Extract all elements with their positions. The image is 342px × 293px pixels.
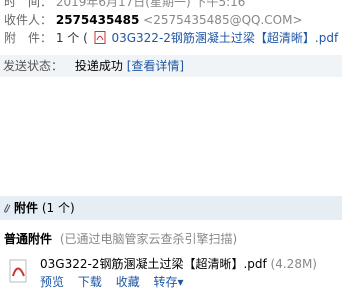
- pdf-file-icon[interactable]: [8, 259, 30, 285]
- attachment-file-size: (4.28M): [270, 257, 317, 271]
- scan-note: (已通过电脑管家云查杀引擎扫描): [59, 232, 238, 246]
- mail-header: 时 间： 2019年6月17日(星期一) 下午5:16 收件人： 2575435…: [0, 0, 342, 50]
- normal-attachments-label: 普通附件: [4, 232, 53, 246]
- attachment-link[interactable]: 03G322-2钢筋溷凝土过梁【超清晰】.pdf: [111, 31, 338, 45]
- normal-attachments-row: 普通附件 (已通过电脑管家云查杀引擎扫描): [4, 231, 237, 247]
- recipient-row: 收件人： 2575435485 <2575435485@QQ.COM>: [4, 12, 303, 28]
- recipient-name[interactable]: 2575435485: [56, 13, 140, 27]
- attachment-label: 附 件：: [4, 31, 53, 45]
- attachment-open-paren: (: [83, 31, 88, 45]
- favorite-action[interactable]: 收藏: [116, 275, 140, 289]
- time-label: 时 间：: [4, 0, 53, 9]
- time-value: 2019年6月17日(星期一) 下午5:16: [55, 0, 246, 9]
- attachment-file-name[interactable]: 03G322-2钢筋溷凝土过梁【超清晰】.pdf: [40, 257, 267, 271]
- download-action[interactable]: 下载: [78, 275, 102, 289]
- attachments-header: 附件 (1 个): [0, 196, 342, 220]
- recipient-email[interactable]: <2575435485@QQ.COM>: [143, 13, 302, 27]
- attachments-title: 附件: [14, 201, 39, 215]
- paperclip-icon: [4, 203, 11, 213]
- attachment-row: 附 件： 1 个 ( 03G322-2钢筋溷凝土过梁【超清晰】.pdf ): [4, 30, 342, 46]
- preview-action[interactable]: 预览: [40, 275, 64, 289]
- attachments-count: (1 个): [41, 201, 75, 215]
- send-status-bar: 发送状态： 投递成功 [查看详情]: [0, 55, 342, 77]
- send-status-label: 发送状态：: [3, 59, 64, 73]
- pdf-icon: [94, 31, 106, 44]
- attachment-file-row: 03G322-2钢筋溷凝土过梁【超清晰】.pdf (4.28M): [40, 256, 317, 272]
- recipient-label: 收件人：: [4, 13, 53, 27]
- send-status-value: 投递成功: [74, 59, 123, 73]
- attachment-count: 1 个: [55, 31, 80, 45]
- save-to-action[interactable]: 转存▾: [154, 275, 184, 289]
- view-details-link[interactable]: [查看详情]: [127, 59, 184, 73]
- time-row: 时 间： 2019年6月17日(星期一) 下午5:16: [4, 0, 245, 10]
- attachment-actions: 预览 下载 收藏 转存▾: [40, 274, 194, 290]
